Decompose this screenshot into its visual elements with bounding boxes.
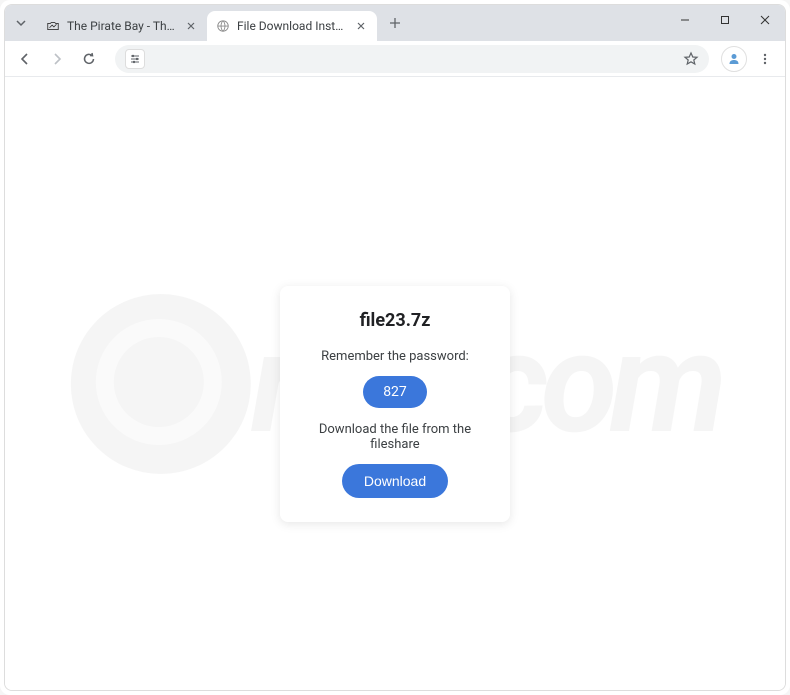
- new-tab-button[interactable]: [381, 9, 409, 37]
- window-controls: [665, 5, 785, 37]
- back-button[interactable]: [11, 45, 39, 73]
- remember-password-label: Remember the password:: [298, 349, 492, 364]
- download-button[interactable]: Download: [342, 464, 448, 498]
- page-content: risk.com file23.7z Remember the password…: [5, 77, 785, 690]
- download-instruction-text: Download the file from the fileshare: [298, 422, 492, 452]
- tab-file-download[interactable]: File Download Instructions for f...: [207, 11, 377, 41]
- tab-title: File Download Instructions for f...: [237, 19, 347, 33]
- maximize-button[interactable]: [705, 5, 745, 35]
- close-tab-icon[interactable]: [183, 18, 199, 34]
- kebab-menu-icon[interactable]: [751, 45, 779, 73]
- browser-toolbar: [5, 41, 785, 77]
- tab-title: The Pirate Bay - The galaxy's m...: [67, 19, 177, 33]
- tab-strip: The Pirate Bay - The galaxy's m... File …: [5, 5, 785, 41]
- browser-window: The Pirate Bay - The galaxy's m... File …: [4, 4, 786, 691]
- tab-favicon-icon: [45, 18, 61, 34]
- address-bar[interactable]: [115, 45, 709, 73]
- filename-heading: file23.7z: [298, 310, 492, 331]
- bookmark-star-icon[interactable]: [683, 51, 699, 67]
- password-pill: 827: [363, 376, 427, 408]
- watermark-magnifier-icon: [71, 294, 251, 474]
- close-tab-icon[interactable]: [353, 18, 369, 34]
- minimize-button[interactable]: [665, 5, 705, 35]
- download-card: file23.7z Remember the password: 827 Dow…: [280, 286, 510, 522]
- reload-button[interactable]: [75, 45, 103, 73]
- forward-button[interactable]: [43, 45, 71, 73]
- close-window-button[interactable]: [745, 5, 785, 35]
- profile-button[interactable]: [721, 46, 747, 72]
- site-settings-icon[interactable]: [125, 49, 145, 69]
- tabs-search-button[interactable]: [7, 9, 35, 37]
- globe-icon: [215, 18, 231, 34]
- tab-pirate-bay[interactable]: The Pirate Bay - The galaxy's m...: [37, 11, 207, 41]
